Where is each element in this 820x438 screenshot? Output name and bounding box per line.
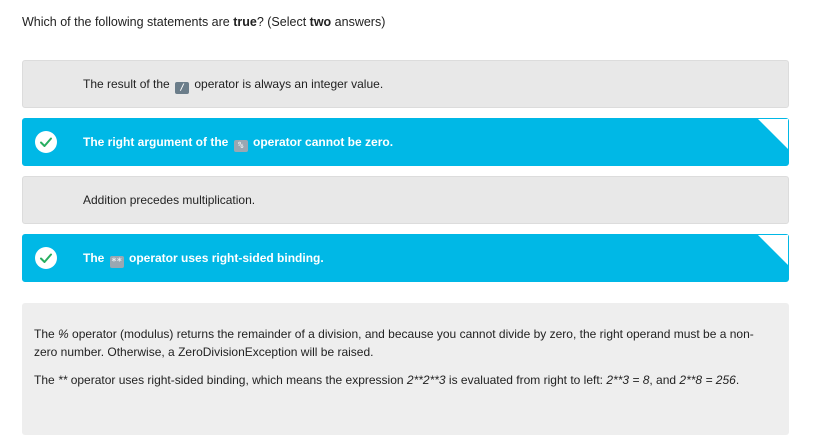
answer-option-label: The result of the / operator is always a… (83, 61, 383, 107)
explanation-panel: The % operator (modulus) returns the rem… (22, 303, 789, 435)
explanation-text: The (34, 373, 59, 387)
selected-corner-marker (758, 119, 788, 149)
code-inline: % (58, 327, 69, 341)
answer-option-1[interactable]: The result of the / operator is always a… (22, 60, 789, 108)
code-inline: 2**3 = 8 (606, 373, 650, 387)
explanation-text: operator (modulus) returns the remainder… (34, 327, 754, 359)
code-inline: 2**2**3 (406, 373, 446, 387)
explanation-paragraph-1: The % operator (modulus) returns the rem… (34, 325, 777, 361)
answer-option-label: Addition precedes multiplication. (83, 193, 256, 207)
code-inline: 2**8 = 256 (679, 373, 736, 387)
answer-option-label: The ** operator uses right-sided binding… (83, 235, 324, 281)
code-chip: % (233, 140, 248, 152)
answer-option-label: The right argument of the % operator can… (83, 119, 393, 165)
question-prefix: Which of the following statements are (22, 15, 234, 29)
option-text-before: The result of the (83, 77, 174, 91)
code-chip: ** (109, 256, 124, 268)
explanation-text: operator uses right-sided binding, which… (67, 373, 407, 387)
question-text: Which of the following statements are tr… (22, 15, 385, 29)
option-text-after: operator cannot be zero. (249, 135, 394, 149)
question-middle: ? (Select (256, 15, 310, 29)
answer-option-4[interactable]: The ** operator uses right-sided binding… (22, 234, 789, 282)
explanation-paragraph-2: The ** operator uses right-sided binding… (34, 371, 777, 389)
answer-option-2[interactable]: The right argument of the % operator can… (22, 118, 789, 166)
option-text-after: operator is always an integer value. (191, 77, 384, 91)
question-suffix: answers) (331, 15, 386, 29)
question-emphasis-true: true (233, 15, 257, 29)
option-text-after: operator uses right-sided binding. (125, 251, 324, 265)
explanation-text: The (34, 327, 59, 341)
answer-option-3[interactable]: Addition precedes multiplication. (22, 176, 789, 224)
option-text-before: The right argument of the (83, 135, 232, 149)
check-icon (35, 247, 57, 269)
explanation-text: . (735, 373, 740, 387)
selected-corner-marker (758, 235, 788, 265)
explanation-text: is evaluated from right to left: (445, 373, 607, 387)
option-text-before: The (83, 251, 108, 265)
code-chip: / (175, 82, 190, 94)
explanation-text: , and (649, 373, 680, 387)
check-icon (35, 131, 57, 153)
question-emphasis-two: two (309, 15, 332, 29)
code-inline: ** (58, 373, 68, 387)
